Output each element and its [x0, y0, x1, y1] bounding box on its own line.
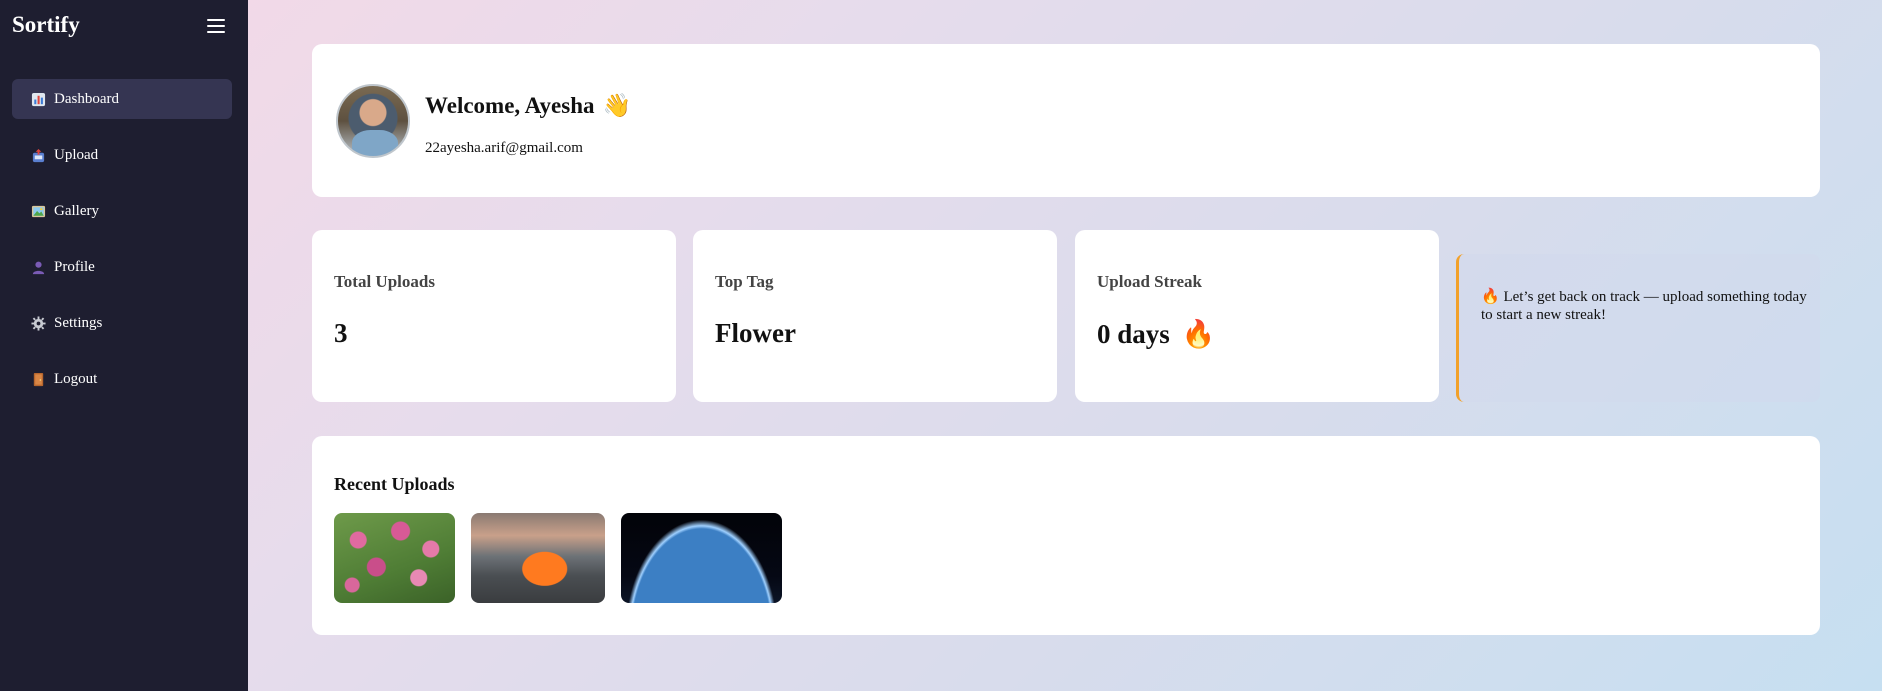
waving-hand-icon: 👋: [602, 93, 632, 118]
welcome-card: Welcome, Ayesha 👋 22ayesha.arif@gmail.co…: [312, 44, 1820, 197]
sidebar-item-label: Profile: [54, 258, 95, 275]
door-icon: [30, 371, 46, 387]
user-icon: [30, 259, 46, 275]
sidebar-item-dashboard[interactable]: Dashboard: [12, 79, 232, 119]
stat-label: Total Uploads: [334, 272, 435, 291]
stat-value: Flower: [715, 318, 796, 348]
stat-label: Upload Streak: [1097, 272, 1203, 291]
welcome-title-text: Welcome, Ayesha: [425, 92, 595, 118]
recent-uploads-title: Recent Uploads: [334, 474, 455, 494]
fire-icon: 🔥: [1481, 289, 1500, 305]
sidebar-item-profile[interactable]: Profile: [12, 247, 232, 287]
user-email: 22ayesha.arif@gmail.com: [425, 140, 583, 156]
sidebar-item-upload[interactable]: Upload: [12, 135, 232, 175]
upload-thumbnail-earth[interactable]: [621, 513, 782, 603]
stat-value: 0 days 🔥: [1097, 318, 1215, 350]
streak-message-text: Let’s get back on track — upload somethi…: [1481, 289, 1807, 323]
upload-thumbnail-flowers[interactable]: [334, 513, 455, 603]
sidebar-item-settings[interactable]: Settings: [12, 303, 232, 343]
sidebar-item-label: Logout: [54, 370, 98, 387]
welcome-heading: Welcome, Ayesha 👋: [425, 92, 631, 119]
sidebar-item-label: Settings: [54, 314, 103, 331]
streak-message-card: 🔥 Let’s get back on track — upload somet…: [1456, 254, 1820, 402]
upload-thumbnail-car[interactable]: [471, 513, 605, 603]
brand-logo[interactable]: Sortify: [12, 12, 80, 38]
inbox-tray-icon: [30, 147, 46, 163]
sidebar-item-label: Gallery: [54, 202, 99, 219]
sidebar-item-label: Dashboard: [54, 90, 119, 107]
stat-label: Top Tag: [715, 272, 774, 291]
recent-uploads-card: Recent Uploads: [312, 436, 1820, 635]
picture-icon: [30, 203, 46, 219]
sidebar-item-logout[interactable]: Logout: [12, 359, 232, 399]
streak-value-text: 0 days: [1097, 318, 1170, 349]
sidebar-nav: Dashboard Upload Gallery Profile Setting…: [12, 79, 232, 415]
total-uploads-card: Total Uploads 3: [312, 230, 676, 402]
gear-icon: [30, 315, 46, 331]
bar-chart-icon: [30, 91, 46, 107]
upload-streak-card: Upload Streak 0 days 🔥: [1075, 230, 1439, 402]
stat-value: 3: [334, 318, 348, 348]
streak-message: 🔥 Let’s get back on track — upload somet…: [1481, 288, 1811, 324]
top-tag-card: Top Tag Flower: [693, 230, 1057, 402]
sidebar-item-label: Upload: [54, 146, 99, 163]
fire-icon: 🔥: [1181, 319, 1216, 349]
sidebar: Sortify Dashboard Upload Gallery Profile…: [0, 0, 248, 691]
sidebar-item-gallery[interactable]: Gallery: [12, 191, 232, 231]
hamburger-menu-icon[interactable]: [204, 15, 228, 37]
avatar[interactable]: [336, 84, 410, 158]
